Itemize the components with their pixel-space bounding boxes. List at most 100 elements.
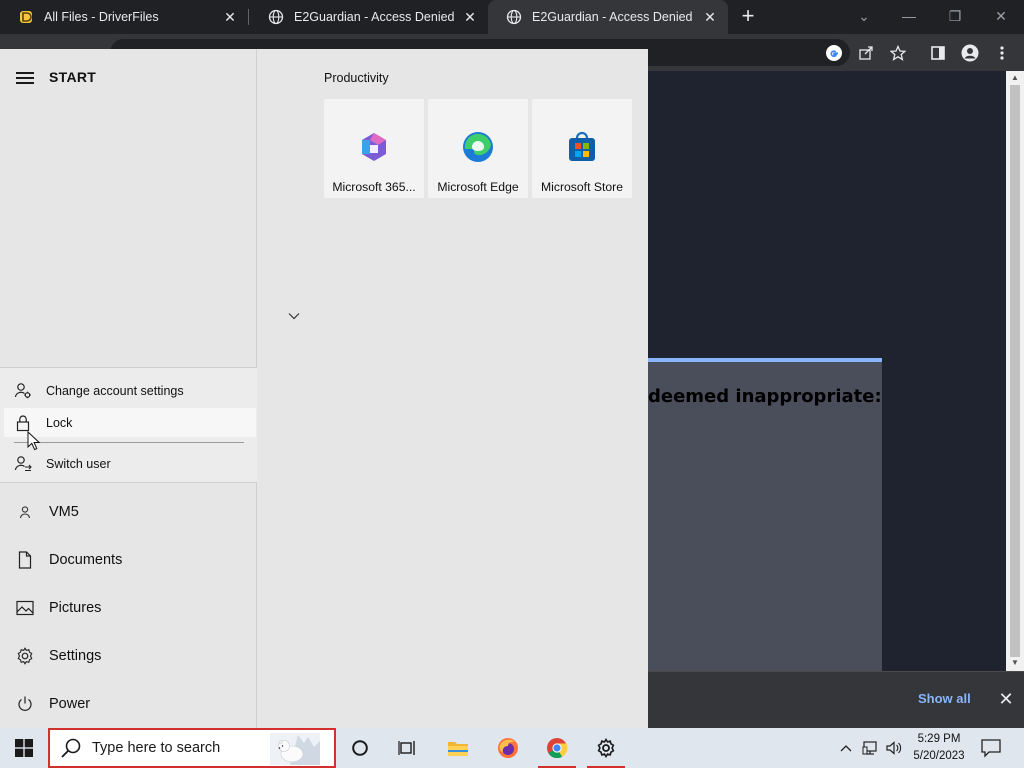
microsoft-365-icon bbox=[362, 133, 386, 161]
firefox-icon bbox=[498, 738, 518, 758]
tab-driverfiles[interactable]: All Files - DriverFiles ✕ bbox=[0, 0, 248, 34]
clock-date: 5/20/2023 bbox=[913, 750, 965, 762]
scroll-thumb[interactable] bbox=[1010, 85, 1020, 657]
new-tab-button[interactable]: + bbox=[736, 5, 760, 29]
tab-separator bbox=[248, 9, 249, 25]
tab-search-icon[interactable]: ⌄ bbox=[850, 4, 878, 28]
menu-item-label: Switch user bbox=[46, 456, 111, 471]
start-title: START bbox=[49, 69, 97, 85]
denied-message: deemed inappropriate: bbox=[648, 386, 882, 407]
task-view-button[interactable] bbox=[384, 728, 432, 768]
tab-e2guardian-2[interactable]: E2Guardian - Access Denied ✕ bbox=[488, 0, 728, 34]
globe-icon bbox=[268, 9, 284, 25]
taskbar: Type here to search 5:29 PM 5/20/2023 bbox=[0, 728, 1024, 768]
windows-start-button[interactable] bbox=[0, 728, 48, 768]
scroll-down-icon[interactable]: ▼ bbox=[1010, 658, 1020, 668]
side-panel-icon[interactable] bbox=[928, 43, 948, 63]
power-icon bbox=[15, 694, 35, 714]
tile-group-title: Productivity bbox=[324, 71, 389, 85]
browser-tab-strip: All Files - DriverFiles ✕ E2Guardian - A… bbox=[0, 0, 1024, 34]
user-icon bbox=[15, 502, 35, 522]
polar-bear-illustration-icon bbox=[270, 733, 320, 765]
chrome-button[interactable] bbox=[533, 728, 581, 768]
access-denied-panel: deemed inappropriate: bbox=[648, 358, 882, 671]
tab-title: All Files - DriverFiles bbox=[44, 10, 159, 24]
tile-label: Microsoft Edge bbox=[437, 180, 519, 194]
tile-microsoft-365[interactable]: Microsoft 365... bbox=[324, 99, 424, 198]
edge-icon bbox=[463, 132, 493, 162]
show-hidden-icons-chevron-icon[interactable] bbox=[838, 738, 854, 758]
notification-center-icon[interactable] bbox=[980, 738, 1002, 758]
lock-item[interactable]: Lock bbox=[4, 408, 256, 437]
nav-pictures[interactable]: Pictures bbox=[0, 586, 257, 630]
search-placeholder: Type here to search bbox=[92, 740, 221, 756]
page-scrollbar[interactable]: ▲ ▼ bbox=[1006, 71, 1024, 671]
menu-item-label: Change account settings bbox=[46, 383, 184, 398]
menu-item-label: Lock bbox=[46, 415, 73, 430]
close-downloads-icon[interactable]: ✕ bbox=[996, 689, 1016, 709]
task-view-icon bbox=[398, 741, 415, 755]
start-menu-left: START Change account settings Lock Switc… bbox=[0, 49, 257, 728]
clock-time: 5:29 PM bbox=[917, 733, 961, 745]
tile-microsoft-store[interactable]: Microsoft Store bbox=[532, 99, 632, 198]
account-menu: Change account settings Lock Switch user bbox=[0, 367, 257, 483]
close-icon[interactable]: ✕ bbox=[702, 9, 718, 25]
cortana-button[interactable] bbox=[336, 728, 384, 768]
person-gear-icon bbox=[13, 381, 33, 401]
google-icon[interactable] bbox=[824, 43, 844, 63]
switch-user-icon bbox=[13, 454, 33, 474]
tile-label: Microsoft Store bbox=[541, 180, 623, 194]
nav-documents[interactable]: Documents bbox=[0, 538, 257, 582]
search-icon bbox=[61, 738, 81, 758]
close-window-icon[interactable]: ✕ bbox=[987, 4, 1015, 28]
taskbar-search-box[interactable]: Type here to search bbox=[48, 728, 336, 768]
show-all-button[interactable]: Show all bbox=[918, 691, 971, 706]
file-explorer-button[interactable] bbox=[434, 728, 482, 768]
tile-microsoft-edge[interactable]: Microsoft Edge bbox=[428, 99, 528, 198]
nav-label: Settings bbox=[49, 648, 102, 664]
tab-title: E2Guardian - Access Denied bbox=[532, 10, 693, 24]
close-icon[interactable]: ✕ bbox=[222, 9, 238, 25]
tab-title: E2Guardian - Access Denied bbox=[294, 10, 455, 24]
store-icon bbox=[569, 131, 595, 161]
nav-power[interactable]: Power bbox=[0, 682, 257, 726]
nav-settings[interactable]: Settings bbox=[0, 634, 257, 678]
gear-icon bbox=[15, 646, 35, 666]
bookmark-star-icon[interactable] bbox=[888, 43, 908, 63]
firefox-button[interactable] bbox=[484, 728, 532, 768]
start-menu-tiles: Productivity Microsoft 365... Microsoft … bbox=[257, 49, 648, 728]
close-icon[interactable]: ✕ bbox=[462, 9, 478, 25]
cortana-icon bbox=[352, 740, 368, 756]
restore-icon[interactable]: ❐ bbox=[941, 4, 969, 28]
change-account-settings-item[interactable]: Change account settings bbox=[4, 376, 256, 405]
tile-label: Microsoft 365... bbox=[332, 180, 416, 194]
menu-kebab-icon[interactable] bbox=[992, 43, 1012, 63]
windows-logo-icon bbox=[15, 739, 33, 757]
picture-icon bbox=[15, 598, 35, 618]
globe-icon bbox=[506, 9, 522, 25]
share-icon[interactable] bbox=[856, 43, 876, 63]
switch-user-item[interactable]: Switch user bbox=[4, 449, 256, 478]
nav-label: VM5 bbox=[49, 504, 79, 520]
hamburger-menu-icon[interactable] bbox=[16, 72, 34, 84]
chrome-icon bbox=[547, 738, 568, 759]
nav-label: Documents bbox=[49, 552, 123, 568]
nav-user-vm5[interactable]: VM5 bbox=[0, 490, 257, 534]
driverfiles-icon bbox=[18, 9, 34, 25]
lock-icon bbox=[13, 413, 33, 433]
file-explorer-icon bbox=[448, 742, 468, 756]
settings-button[interactable] bbox=[582, 728, 630, 768]
tab-e2guardian-1[interactable]: E2Guardian - Access Denied ✕ bbox=[250, 0, 488, 34]
minimize-icon[interactable]: — bbox=[895, 4, 923, 28]
document-icon bbox=[15, 550, 35, 570]
mouse-cursor-icon bbox=[27, 431, 41, 451]
divider bbox=[14, 442, 244, 443]
nav-label: Power bbox=[49, 696, 91, 712]
scroll-up-icon[interactable]: ▲ bbox=[1010, 73, 1020, 83]
system-clock[interactable]: 5:29 PM 5/20/2023 bbox=[906, 731, 972, 765]
nav-label: Pictures bbox=[49, 600, 102, 616]
volume-icon[interactable] bbox=[885, 739, 903, 757]
chevron-down-icon[interactable] bbox=[288, 312, 300, 320]
network-icon[interactable] bbox=[862, 739, 880, 757]
profile-icon[interactable] bbox=[960, 43, 980, 63]
